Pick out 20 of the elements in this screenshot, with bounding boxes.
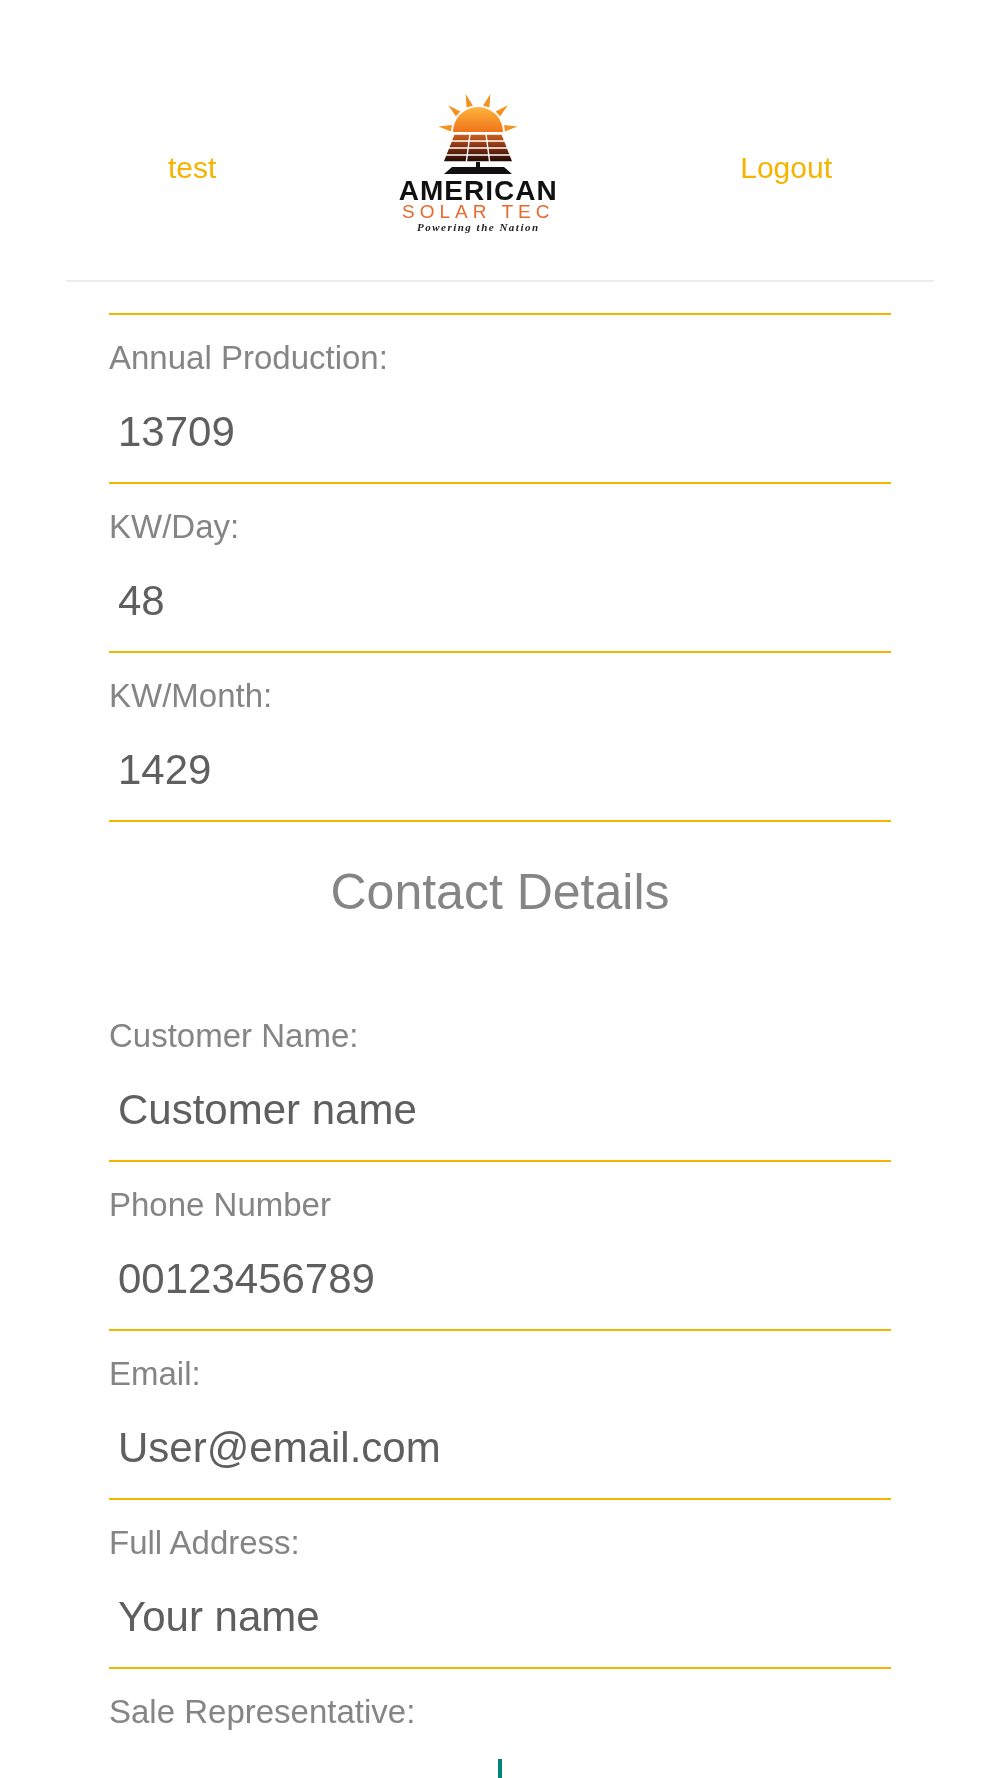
text-field[interactable]: 00123456789	[109, 1228, 891, 1331]
sun-solar-panel-icon	[438, 92, 519, 174]
logo-subtitle: SOLAR TEC	[402, 203, 555, 221]
text-field[interactable]: 13709	[109, 381, 891, 484]
text-field[interactable]: 1429	[109, 719, 891, 822]
section-heading: Contact Details	[330, 863, 670, 922]
text-field[interactable]: Your name	[109, 1566, 891, 1669]
logo-tagline: Powering the Nation	[416, 221, 540, 233]
field-label: Phone Number	[109, 1185, 331, 1225]
logo-wordmark: AMERICAN	[398, 179, 558, 203]
field-label: Full Address:	[109, 1523, 300, 1563]
field-label: Email:	[109, 1354, 201, 1394]
field-label: Annual Production:	[109, 338, 388, 378]
text-field[interactable]: 48	[109, 550, 891, 653]
field-label: KW/Month:	[109, 676, 273, 716]
field-label: Customer Name:	[109, 1016, 359, 1056]
field-label: Sale Representative:	[109, 1692, 416, 1732]
text-field[interactable]: User@email.com	[109, 1397, 891, 1500]
field-label: KW/Day:	[109, 507, 240, 547]
text-field[interactable]: Customer name	[109, 1059, 891, 1162]
